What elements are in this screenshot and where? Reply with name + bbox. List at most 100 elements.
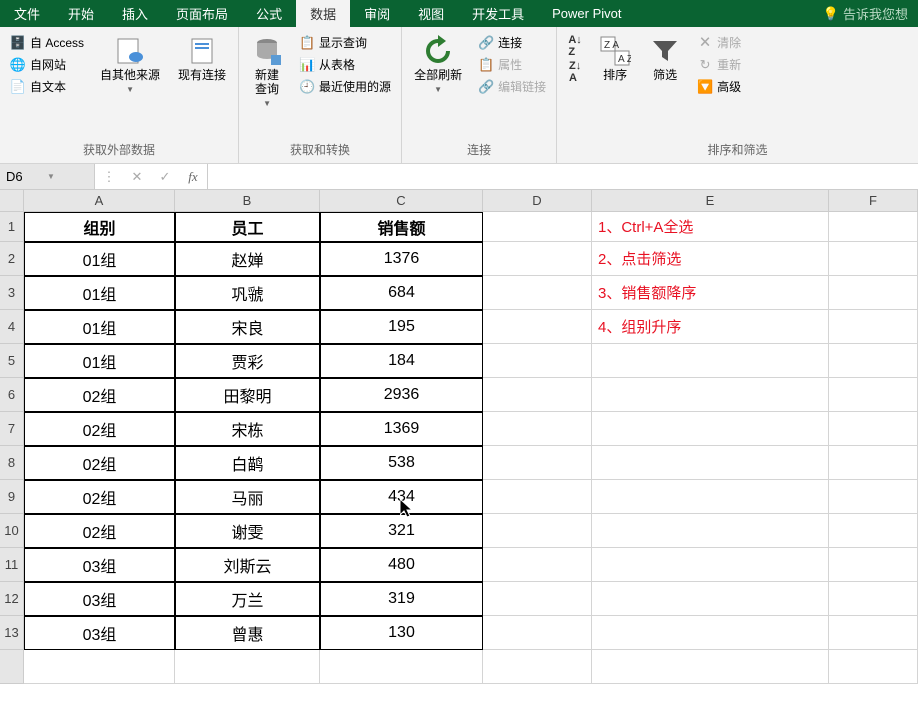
cell-F2[interactable]: [829, 242, 918, 276]
sort-az-button[interactable]: A↓Z: [563, 37, 587, 55]
cell-B5[interactable]: 贾彩: [175, 344, 320, 378]
col-header-E[interactable]: E: [592, 190, 829, 212]
cell-C4[interactable]: 195: [320, 310, 483, 344]
cell-C8[interactable]: 538: [320, 446, 483, 480]
cell-header-1[interactable]: 员工: [175, 212, 320, 242]
cell-F5[interactable]: [829, 344, 918, 378]
cell-C9[interactable]: 434: [320, 480, 483, 514]
cell-A4[interactable]: 01组: [24, 310, 175, 344]
cell-B3[interactable]: 巩虢: [175, 276, 320, 310]
menu-insert[interactable]: 插入: [108, 0, 162, 27]
cell-A8[interactable]: 02组: [24, 446, 175, 480]
edit-links-button[interactable]: 🔗 编辑链接: [474, 77, 550, 96]
row-header-6[interactable]: 6: [0, 378, 24, 412]
cell-D4[interactable]: [483, 310, 592, 344]
cell-F12[interactable]: [829, 582, 918, 616]
menu-formula[interactable]: 公式: [242, 0, 296, 27]
cell-F9[interactable]: [829, 480, 918, 514]
cell-D5[interactable]: [483, 344, 592, 378]
cell-B7[interactable]: 宋栋: [175, 412, 320, 446]
cell-A12[interactable]: 03组: [24, 582, 175, 616]
col-header-C[interactable]: C: [320, 190, 483, 212]
cell-D12[interactable]: [483, 582, 592, 616]
cell-D7[interactable]: [483, 412, 592, 446]
cell-F14[interactable]: [829, 650, 918, 684]
show-query-button[interactable]: 📋 显示查询: [295, 33, 395, 52]
row-header-8[interactable]: 8: [0, 446, 24, 480]
menu-layout[interactable]: 页面布局: [162, 0, 242, 27]
row-header-13[interactable]: 13: [0, 616, 24, 650]
row-header-7[interactable]: 7: [0, 412, 24, 446]
row-header-4[interactable]: 4: [0, 310, 24, 344]
clear-filter-button[interactable]: 🗙 清除: [693, 33, 745, 52]
col-header-B[interactable]: B: [175, 190, 320, 212]
cell-C7[interactable]: 1369: [320, 412, 483, 446]
cell-E11[interactable]: [592, 548, 829, 582]
col-header-A[interactable]: A: [24, 190, 175, 212]
cancel-formula-button[interactable]: ✕: [123, 164, 151, 189]
fb-dots[interactable]: ⋮: [95, 164, 123, 189]
advanced-filter-button[interactable]: 🔽 高级: [693, 77, 745, 96]
from-text-button[interactable]: 📄 自文本: [6, 77, 88, 96]
row-header-2[interactable]: 2: [0, 242, 24, 276]
properties-button[interactable]: 📋 属性: [474, 55, 550, 74]
cell-E1[interactable]: 1、Ctrl+A全选: [592, 212, 829, 242]
cell-F8[interactable]: [829, 446, 918, 480]
fx-button[interactable]: fx: [179, 164, 207, 189]
row-header-10[interactable]: 10: [0, 514, 24, 548]
cell-D13[interactable]: [483, 616, 592, 650]
cell-B8[interactable]: 白鹋: [175, 446, 320, 480]
select-all-corner[interactable]: [0, 190, 24, 212]
col-header-F[interactable]: F: [829, 190, 918, 212]
filter-button[interactable]: 筛选: [643, 31, 687, 87]
cell-B6[interactable]: 田黎明: [175, 378, 320, 412]
cell-E10[interactable]: [592, 514, 829, 548]
cell-header-0[interactable]: 组别: [24, 212, 175, 242]
row-header-12[interactable]: 12: [0, 582, 24, 616]
accept-formula-button[interactable]: ✓: [151, 164, 179, 189]
cell-D1[interactable]: [483, 212, 592, 242]
cell-D14[interactable]: [483, 650, 592, 684]
name-box[interactable]: D6 ▼: [0, 164, 95, 189]
cell-A9[interactable]: 02组: [24, 480, 175, 514]
from-access-button[interactable]: 🗄️ 自 Access: [6, 33, 88, 52]
cell-E4[interactable]: 4、组别升序: [592, 310, 829, 344]
from-web-button[interactable]: 🌐 自网站: [6, 55, 88, 74]
cell-A6[interactable]: 02组: [24, 378, 175, 412]
menu-dev[interactable]: 开发工具: [458, 0, 538, 27]
cell-C12[interactable]: 319: [320, 582, 483, 616]
connection-button[interactable]: 🔗 连接: [474, 33, 550, 52]
tell-me-box[interactable]: 💡 告诉我您想: [813, 0, 918, 27]
refresh-all-button[interactable]: 全部刷新 ▼: [408, 31, 468, 98]
menu-file[interactable]: 文件: [0, 0, 54, 27]
from-table-button[interactable]: 📊 从表格: [295, 55, 395, 74]
menu-review[interactable]: 审阅: [350, 0, 404, 27]
cell-E6[interactable]: [592, 378, 829, 412]
cell-B11[interactable]: 刘斯云: [175, 548, 320, 582]
cell-F3[interactable]: [829, 276, 918, 310]
cell-A14[interactable]: [24, 650, 175, 684]
cell-D9[interactable]: [483, 480, 592, 514]
cell-C5[interactable]: 184: [320, 344, 483, 378]
existing-conn-button[interactable]: 现有连接: [172, 31, 232, 87]
menu-home[interactable]: 开始: [54, 0, 108, 27]
cell-C13[interactable]: 130: [320, 616, 483, 650]
cell-C3[interactable]: 684: [320, 276, 483, 310]
sort-za-button[interactable]: Z↓A: [563, 63, 587, 81]
cell-C11[interactable]: 480: [320, 548, 483, 582]
cell-E3[interactable]: 3、销售额降序: [592, 276, 829, 310]
cell-F7[interactable]: [829, 412, 918, 446]
row-header-5[interactable]: 5: [0, 344, 24, 378]
cell-B9[interactable]: 马丽: [175, 480, 320, 514]
cell-E5[interactable]: [592, 344, 829, 378]
cell-A3[interactable]: 01组: [24, 276, 175, 310]
sort-button[interactable]: Z AA Z 排序: [593, 31, 637, 87]
cell-C6[interactable]: 2936: [320, 378, 483, 412]
row-header-14[interactable]: [0, 650, 24, 684]
reapply-button[interactable]: ↻ 重新: [693, 55, 745, 74]
cell-D3[interactable]: [483, 276, 592, 310]
cell-E12[interactable]: [592, 582, 829, 616]
cell-F13[interactable]: [829, 616, 918, 650]
row-header-3[interactable]: 3: [0, 276, 24, 310]
cell-F1[interactable]: [829, 212, 918, 242]
